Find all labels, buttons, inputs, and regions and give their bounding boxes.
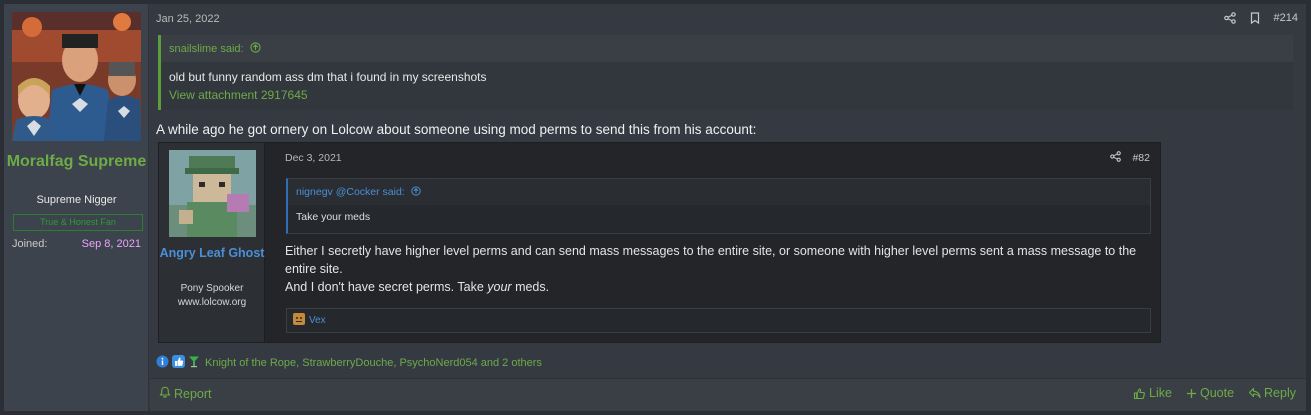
embed-author-title: Pony Spooker www.lolcow.org (159, 282, 265, 310)
forum-post: Moralfag Supreme Supreme Nigger True & H… (3, 3, 1307, 411)
footer-actions: Like Quote Reply (1133, 386, 1296, 400)
embedded-screenshot: Angry Leaf Ghost Pony Spooker www.lolcow… (158, 142, 1161, 343)
share-icon[interactable] (1223, 12, 1236, 24)
quote-button[interactable]: Quote (1186, 386, 1234, 400)
like-label: Like (1149, 386, 1172, 400)
author-sidebar: Moralfag Supreme Supreme Nigger True & H… (4, 4, 149, 411)
reply-button[interactable]: Reply (1248, 386, 1296, 400)
embed-author-sidebar: Angry Leaf Ghost Pony Spooker www.lolcow… (159, 143, 265, 342)
post-date[interactable]: Jan 25, 2022 (156, 13, 220, 25)
embed-arrow-up-circle-icon (410, 186, 421, 198)
embed-header-actions: #82 (1110, 151, 1150, 165)
embed-date: Dec 3, 2021 (285, 152, 342, 164)
reactions-bar[interactable]: Knight of the Rope, StrawberryDouche, Ps… (156, 355, 542, 371)
author-title: Supreme Nigger (36, 194, 117, 206)
quote-header[interactable]: snailslime said: (161, 35, 1293, 62)
cocktail-icon (188, 355, 200, 371)
embed-quote-text: Take your meds (288, 205, 1150, 233)
quote-author[interactable]: snailslime said: (169, 43, 244, 55)
post-footer: Report Like Quote Reply (150, 378, 1306, 411)
quote-text: old but funny random ass dm that i found… (169, 70, 487, 84)
embed-quote-header: nignegv @Cocker said: (288, 179, 1150, 205)
thumbs-up-icon (172, 355, 185, 371)
joined-label: Joined: (12, 238, 48, 250)
embed-user-site: www.lolcow.org (177, 297, 247, 308)
post-number[interactable]: #214 (1274, 12, 1298, 24)
embed-avatar (169, 150, 256, 237)
arrow-up-circle-icon[interactable] (250, 42, 261, 55)
embed-body-line1: Either I secretly have higher level perm… (285, 244, 1137, 276)
plus-icon (1186, 388, 1196, 398)
embed-quote: nignegv @Cocker said: Take your meds (286, 178, 1151, 234)
author-username[interactable]: Moralfag Supreme (4, 151, 149, 172)
embed-author-name: Angry Leaf Ghost (159, 246, 265, 260)
quote-body: old but funny random ass dm that i found… (161, 62, 1293, 110)
joined-value: Sep 8, 2021 (81, 238, 141, 250)
embed-reaction-emoji-icon (293, 313, 305, 328)
embed-body-line2-pre: And I don't have secret perms. Take (285, 280, 488, 294)
informative-icon (156, 355, 169, 371)
attachment-link[interactable]: View attachment 2917645 (169, 88, 1285, 102)
post-main: Jan 25, 2022 #214 snailslime said: old b… (150, 4, 1306, 411)
post-header-actions: #214 (1223, 12, 1298, 24)
embed-reaction-bar: Vex (286, 308, 1151, 333)
embed-quote-author: nignegv @Cocker said: (296, 186, 405, 198)
embed-body-line2: And I don't have secret perms. Take your… (285, 278, 1155, 296)
reply-label: Reply (1264, 386, 1296, 400)
reply-icon (1248, 387, 1261, 399)
report-button[interactable]: Report (159, 386, 212, 401)
embed-share-icon (1110, 151, 1122, 165)
embed-body-line2-em: your (487, 280, 512, 294)
embed-post-number: #82 (1132, 152, 1150, 164)
author-banner: True & Honest Fan (13, 214, 143, 231)
report-label: Report (174, 386, 212, 401)
bookmark-icon[interactable] (1250, 12, 1260, 24)
like-icon (1133, 387, 1145, 399)
quote-label: Quote (1199, 386, 1235, 400)
embed-user-title: Pony Spooker (180, 283, 244, 294)
embed-body-line2-post: meds. (511, 280, 550, 294)
post-text: A while ago he got ornery on Lolcow abou… (156, 122, 757, 137)
author-avatar[interactable] (12, 12, 141, 141)
quote-block: snailslime said: old but funny random as… (158, 35, 1293, 110)
like-button[interactable]: Like (1133, 386, 1172, 400)
bell-icon (159, 386, 171, 401)
reaction-users[interactable]: Knight of the Rope, StrawberryDouche, Ps… (205, 357, 542, 369)
embed-body: Either I secretly have higher level perm… (285, 242, 1155, 296)
embed-reaction-user: Vex (309, 315, 326, 326)
